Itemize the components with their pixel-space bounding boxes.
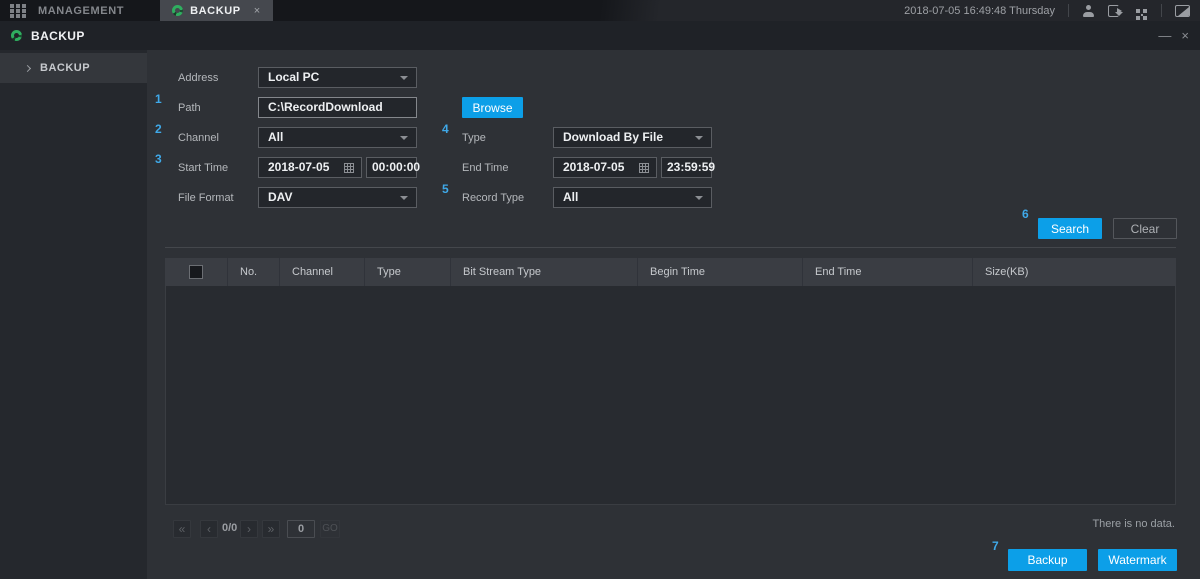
browse-button[interactable]: Browse (462, 97, 523, 118)
start-time-input[interactable]: 00:00:00 (366, 157, 417, 178)
end-date-value: 2018-07-05 (563, 160, 624, 174)
address-select[interactable]: Local PC (258, 67, 417, 88)
callout-6: 6 (1022, 207, 1029, 221)
calendar-icon[interactable] (344, 163, 354, 173)
path-input[interactable]: C:\RecordDownload (258, 97, 417, 118)
column-header-type: Type (365, 258, 451, 286)
dropdown-arrow-icon (400, 136, 408, 140)
page-title: BACKUP (31, 29, 85, 43)
type-label: Type (462, 132, 486, 144)
pagination-prev-button[interactable]: ‹ (200, 520, 218, 538)
backup-button[interactable]: Backup (1008, 549, 1087, 571)
file-format-label: File Format (178, 192, 234, 204)
tab-close-icon[interactable]: × (254, 5, 261, 17)
qr-code-icon[interactable] (1136, 9, 1140, 13)
backup-app-window: MANAGEMENT BACKUP × 2018-07-05 16:49:48 … (0, 0, 1200, 579)
tab-backup-label: BACKUP (190, 5, 241, 17)
close-button[interactable]: × (1181, 29, 1189, 42)
address-label: Address (178, 72, 218, 84)
path-value: C:\RecordDownload (268, 100, 383, 114)
path-label: Path (178, 102, 201, 114)
minimize-button[interactable]: — (1158, 29, 1171, 42)
pagination-page-info: 0/0 (222, 522, 237, 534)
pagination-page-input[interactable] (287, 520, 315, 538)
start-time-value: 00:00:00 (372, 160, 420, 174)
chevron-right-icon (24, 64, 31, 71)
logout-control[interactable] (1108, 5, 1123, 17)
type-value: Download By File (563, 130, 663, 144)
user-icon[interactable] (1082, 5, 1095, 17)
watermark-button[interactable]: Watermark (1098, 549, 1177, 571)
dropdown-arrow-icon (695, 136, 703, 140)
main-content: 1 2 3 4 5 6 Address Path Channel Start T… (147, 50, 1200, 579)
tab-management[interactable]: MANAGEMENT (26, 0, 136, 21)
section-divider (165, 247, 1176, 248)
column-header-bit-stream-type: Bit Stream Type (451, 258, 638, 286)
backup-title-icon (11, 30, 22, 41)
pagination-next-button[interactable]: › (240, 520, 258, 538)
select-all-cell (165, 258, 228, 286)
monitor-icon[interactable] (1175, 5, 1190, 17)
topbar-separator (1068, 4, 1069, 17)
channel-label: Channel (178, 132, 219, 144)
start-date-input[interactable]: 2018-07-05 (258, 157, 362, 178)
record-type-select[interactable]: All (553, 187, 712, 208)
pagination-go-button[interactable]: GO (320, 520, 340, 538)
channel-select[interactable]: All (258, 127, 417, 148)
end-time-input[interactable]: 23:59:59 (661, 157, 712, 178)
callout-4: 4 (442, 122, 449, 136)
topbar-right-cluster: 2018-07-05 16:49:48 Thursday (904, 4, 1200, 17)
start-time-label: Start Time (178, 162, 228, 174)
start-date-value: 2018-07-05 (268, 160, 329, 174)
column-header-end-time: End Time (803, 258, 973, 286)
topbar-separator-2 (1161, 4, 1162, 17)
results-table-body (165, 286, 1176, 505)
column-header-begin-time: Begin Time (638, 258, 803, 286)
search-button[interactable]: Search (1038, 218, 1102, 239)
callout-2: 2 (155, 122, 162, 136)
end-time-value: 23:59:59 (667, 160, 715, 174)
record-type-value: All (563, 190, 578, 204)
tab-management-label: MANAGEMENT (38, 5, 124, 17)
end-time-label: End Time (462, 162, 508, 174)
apps-grid-icon[interactable] (10, 4, 14, 8)
callout-3: 3 (155, 152, 162, 166)
backup-tab-icon (172, 5, 183, 16)
clear-button[interactable]: Clear (1113, 218, 1177, 239)
file-format-value: DAV (268, 190, 292, 204)
column-header-no: No. (228, 258, 280, 286)
file-format-select[interactable]: DAV (258, 187, 417, 208)
sidebar: BACKUP (0, 50, 147, 579)
type-select[interactable]: Download By File (553, 127, 712, 148)
window-title-bar: BACKUP — × (0, 21, 1200, 50)
address-value: Local PC (268, 70, 319, 84)
callout-7: 7 (992, 539, 999, 553)
dropdown-arrow-icon (695, 196, 703, 200)
column-header-channel: Channel (280, 258, 365, 286)
record-type-label: Record Type (462, 192, 524, 204)
dropdown-arrow-icon (400, 196, 408, 200)
top-tab-bar: MANAGEMENT BACKUP × 2018-07-05 16:49:48 … (0, 0, 1200, 21)
sidebar-item-label: BACKUP (40, 62, 90, 74)
callout-5: 5 (442, 182, 449, 196)
tab-backup[interactable]: BACKUP × (160, 0, 273, 21)
callout-1: 1 (155, 92, 162, 106)
pagination-last-button[interactable]: » (262, 520, 280, 538)
empty-data-message: There is no data. (1092, 518, 1175, 530)
pagination-first-button[interactable]: « (173, 520, 191, 538)
end-date-input[interactable]: 2018-07-05 (553, 157, 657, 178)
sidebar-item-backup[interactable]: BACKUP (0, 53, 147, 83)
calendar-icon[interactable] (639, 163, 649, 173)
column-header-size-kb: Size(KB) (973, 258, 1176, 286)
results-table-header: No. Channel Type Bit Stream Type Begin T… (165, 258, 1176, 286)
select-all-checkbox[interactable] (189, 265, 203, 279)
datetime-display: 2018-07-05 16:49:48 Thursday (904, 5, 1055, 17)
channel-value: All (268, 130, 283, 144)
logout-icon (1108, 5, 1119, 17)
dropdown-arrow-icon (400, 76, 408, 80)
